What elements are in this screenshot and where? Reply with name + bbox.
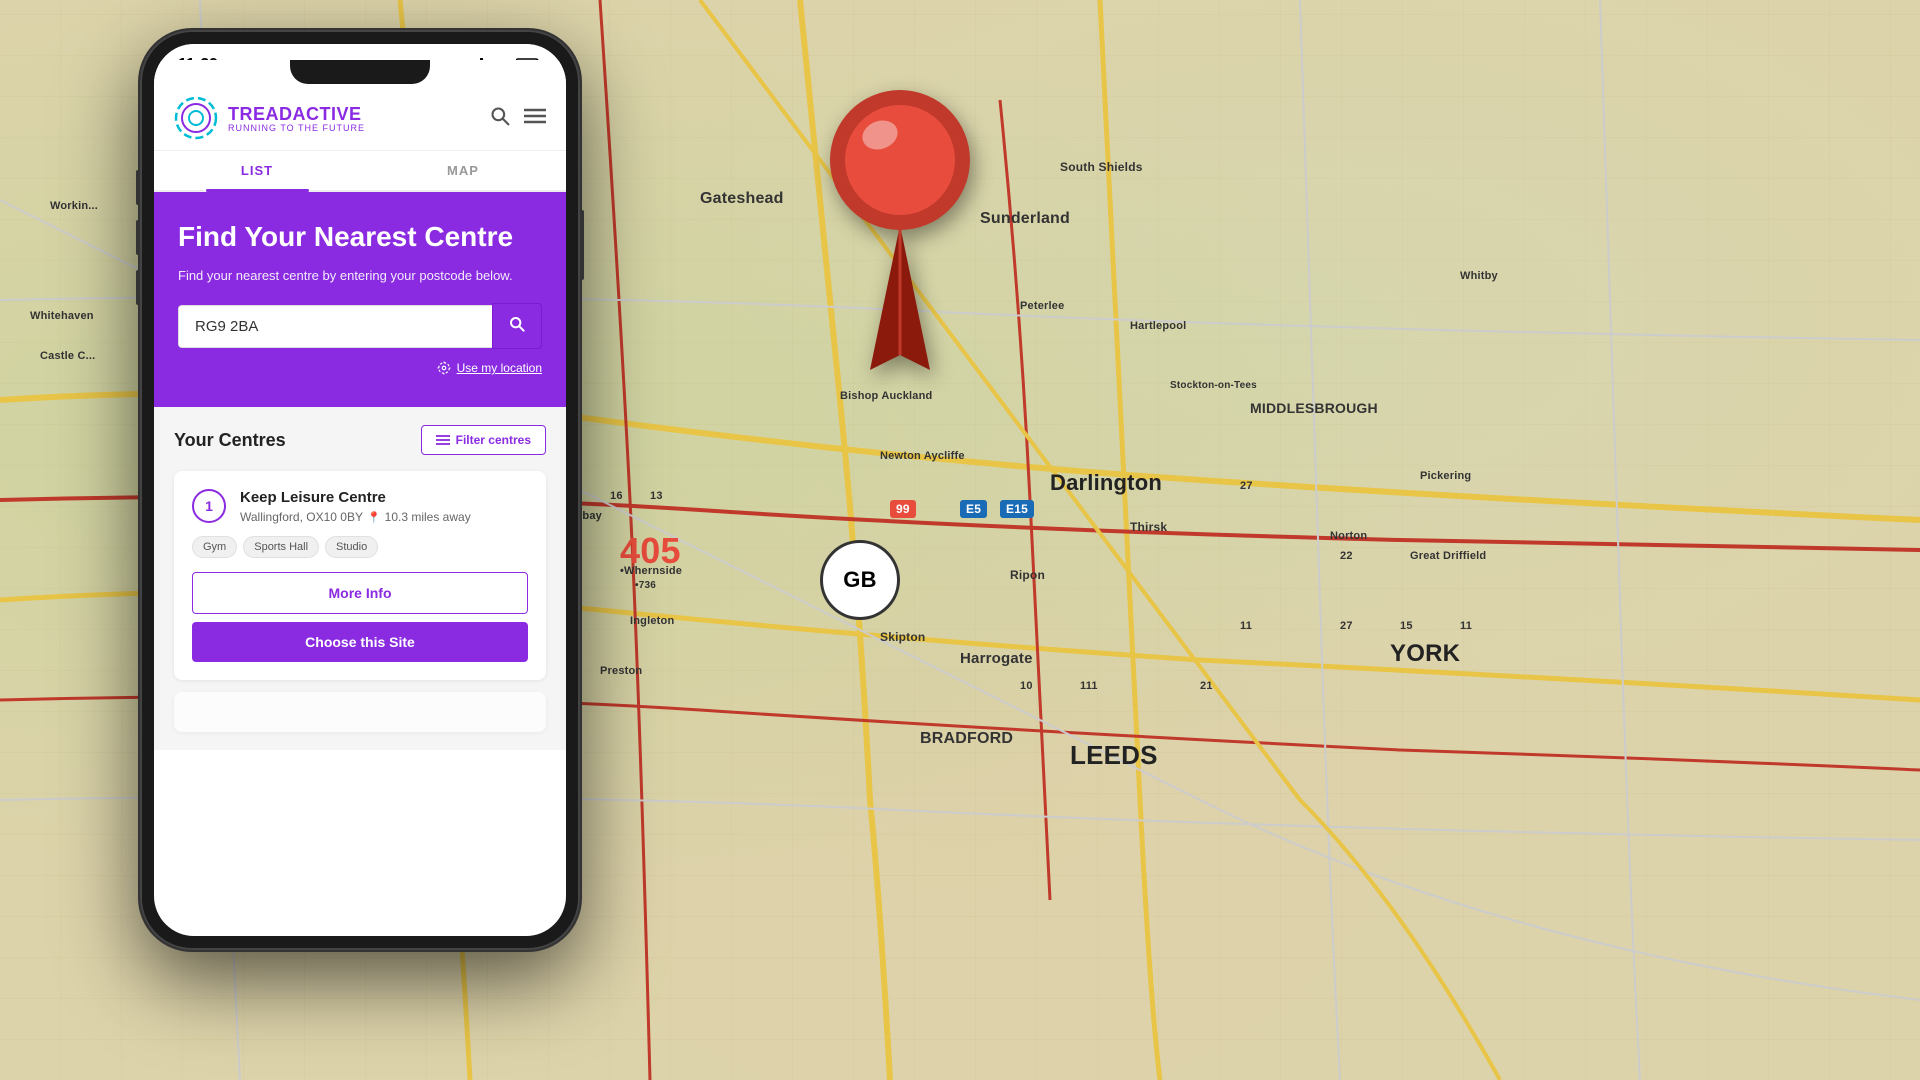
app-header: TREADACTIVE RUNNING TO THE FUTURE [154,86,566,151]
map-label: Pickering [1420,470,1471,482]
tag-sports-hall: Sports Hall [243,536,319,558]
location-icon [437,361,451,375]
centres-title: Your Centres [174,430,286,451]
centre-card: 1 Keep Leisure Centre Wallingford, OX10 … [174,471,546,680]
gb-badge: GB [820,540,900,620]
route-badge-e5: E5 [960,500,987,518]
card-actions: More Info Choose this Site [192,572,528,662]
map-label: Workin... [50,200,98,212]
map-label: 22 [1340,550,1353,562]
centres-header: Your Centres Filter centres [174,425,546,455]
map-label: Peterlee [1020,300,1064,312]
notch-area [154,60,566,84]
map-label: 16 [610,490,623,502]
app-tabs: LIST MAP [154,151,566,192]
search-icon[interactable] [490,106,510,131]
map-label: Stockton-on-Tees [1170,380,1257,391]
map-label: 21 [1200,680,1213,692]
map-label: Ripon [1010,568,1045,582]
search-row [178,303,542,349]
map-label: 13 [650,490,663,502]
phone-wrapper: 11:29 [140,30,580,950]
map-label: 27 [1340,620,1353,632]
find-description: Find your nearest centre by entering you… [178,266,542,286]
centre-info: Keep Leisure Centre Wallingford, OX10 0B… [240,489,528,524]
search-button-icon [509,316,525,332]
tab-list[interactable]: LIST [154,151,360,190]
map-label: •Whernside [620,565,682,577]
find-banner: Find Your Nearest Centre Find your neare… [154,192,566,407]
use-location-label[interactable]: Use my location [457,361,542,375]
filter-centres-button[interactable]: Filter centres [421,425,546,455]
logo-area: TREADACTIVE RUNNING TO THE FUTURE [174,96,365,140]
map-label: 111 [1080,680,1098,692]
tag-gym: Gym [192,536,237,558]
logo-tagline: RUNNING TO THE FUTURE [228,123,365,133]
phone-screen: 11:29 [154,44,566,936]
map-label: YORK [1390,640,1460,668]
choose-site-button[interactable]: Choose this Site [192,622,528,662]
map-pin [820,80,980,405]
scroll-area[interactable]: Find Your Nearest Centre Find your neare… [154,192,566,936]
tags: Gym Sports Hall Studio [192,536,528,558]
find-title: Find Your Nearest Centre [178,220,542,254]
app-content: TREADACTIVE RUNNING TO THE FUTURE [154,86,566,936]
map-label: 15 [1400,620,1413,632]
second-centre-card-preview [174,692,546,732]
postcode-input[interactable] [178,305,492,348]
map-label: South Shields [1060,160,1143,174]
centre-top: 1 Keep Leisure Centre Wallingford, OX10 … [192,489,528,524]
map-label: 11 [1240,620,1252,632]
map-label: Thirsk [1130,520,1167,534]
notch [290,60,430,84]
map-label: 11 [1460,620,1472,632]
map-label: MIDDLESBROUGH [1250,400,1378,416]
map-label: Norton [1330,530,1367,542]
map-label: Castle C... [40,350,95,362]
map-label: Harrogate [960,650,1033,667]
map-label: •736 [635,580,656,591]
map-label: LEEDS [1070,740,1158,771]
use-location-link[interactable]: Use my location [178,361,542,375]
centre-address: Wallingford, OX10 0BY 📍 10.3 miles away [240,510,528,524]
map-label: Darlington [1050,470,1162,496]
phone-frame: 11:29 [140,30,580,950]
more-info-button[interactable]: More Info [192,572,528,614]
pin-icon: 📍 [367,511,381,524]
logo-brand: TREADACTIVE [228,104,365,125]
map-label: Hartlepool [1130,320,1186,332]
tag-studio: Studio [325,536,378,558]
menu-icon[interactable] [524,108,546,129]
map-label: 10 [1020,680,1033,692]
centre-name: Keep Leisure Centre [240,489,528,506]
map-label: Sunderland [980,210,1070,228]
map-label: Great Driffield [1410,550,1486,562]
map-label: Whitehaven [30,310,94,322]
postcode-search-button[interactable] [492,303,542,349]
logo-icon [174,96,218,140]
tab-map[interactable]: MAP [360,151,566,190]
route-badge: 99 [890,500,916,518]
map-label: Whitby [1460,270,1498,282]
map-label: Gateshead [700,190,784,208]
header-icons [490,106,546,131]
map-label: BRADFORD [920,730,1013,748]
centres-section: Your Centres Filter centres [154,407,566,750]
map-label: Preston [600,665,642,677]
map-label: Skipton [880,630,925,644]
centre-number: 1 [192,489,226,523]
filter-icon [436,434,450,446]
map-label: 27 [1240,480,1253,492]
map-label: Ingleton [630,615,674,627]
route-badge-e15: E15 [1000,500,1034,518]
map-label: Newton Aycliffe [880,450,965,462]
logo-text: TREADACTIVE RUNNING TO THE FUTURE [228,104,365,133]
